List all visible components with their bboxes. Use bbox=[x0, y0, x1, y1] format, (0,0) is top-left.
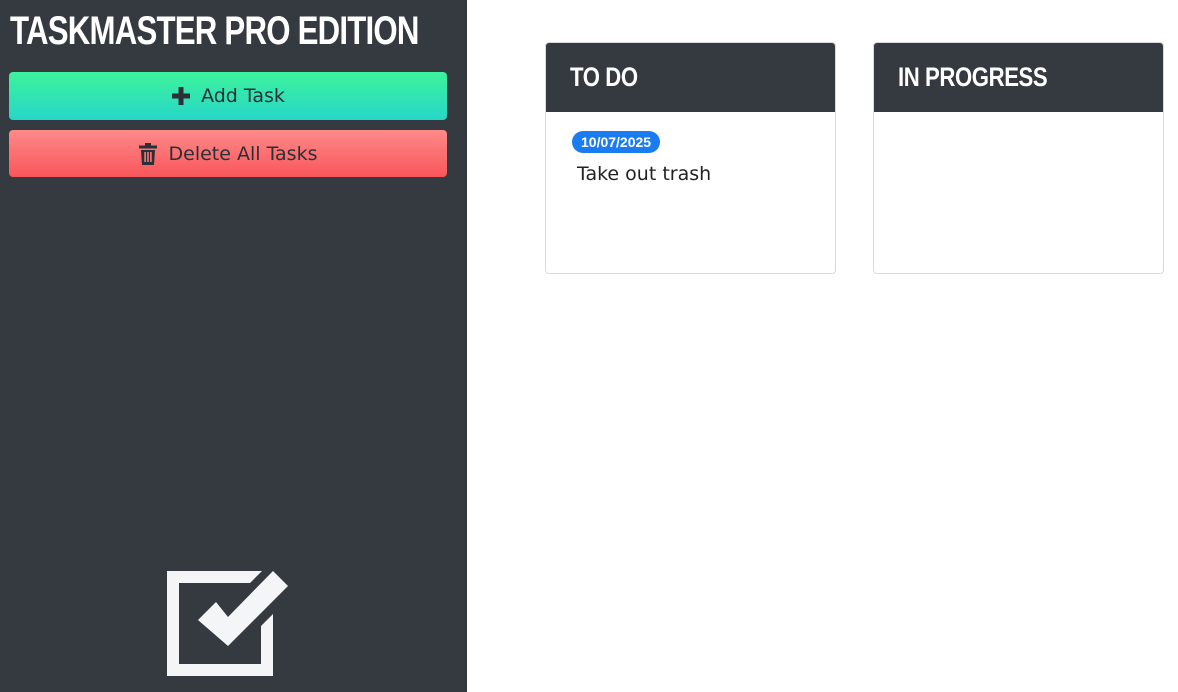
delete-all-tasks-label: Delete All Tasks bbox=[168, 142, 318, 165]
column-title: TO DO bbox=[570, 62, 638, 92]
add-task-label: Add Task bbox=[201, 85, 285, 107]
task-card[interactable]: 10/07/2025 Take out trash bbox=[572, 131, 711, 185]
plus-icon bbox=[171, 86, 191, 106]
column-title: IN PROGRESS bbox=[898, 62, 1048, 92]
trash-icon bbox=[138, 142, 157, 165]
due-date-badge: 10/07/2025 bbox=[572, 131, 661, 153]
column-header: TO DO bbox=[546, 43, 835, 112]
column-todo: TO DO 10/07/2025 Take out trash bbox=[545, 42, 836, 274]
sidebar: TASKMASTER PRO EDITION Add Task Delete A… bbox=[0, 0, 467, 692]
checkbox-checked-icon bbox=[166, 568, 290, 678]
column-header: IN PROGRESS bbox=[874, 43, 1163, 112]
column-in-progress: IN PROGRESS bbox=[873, 42, 1164, 274]
add-task-button[interactable]: Add Task bbox=[9, 72, 447, 120]
app-title: TASKMASTER PRO EDITION bbox=[10, 9, 419, 53]
task-text: Take out trash bbox=[577, 163, 712, 185]
app-root: TASKMASTER PRO EDITION Add Task Delete A… bbox=[0, 0, 1178, 692]
delete-all-tasks-button[interactable]: Delete All Tasks bbox=[9, 130, 447, 177]
